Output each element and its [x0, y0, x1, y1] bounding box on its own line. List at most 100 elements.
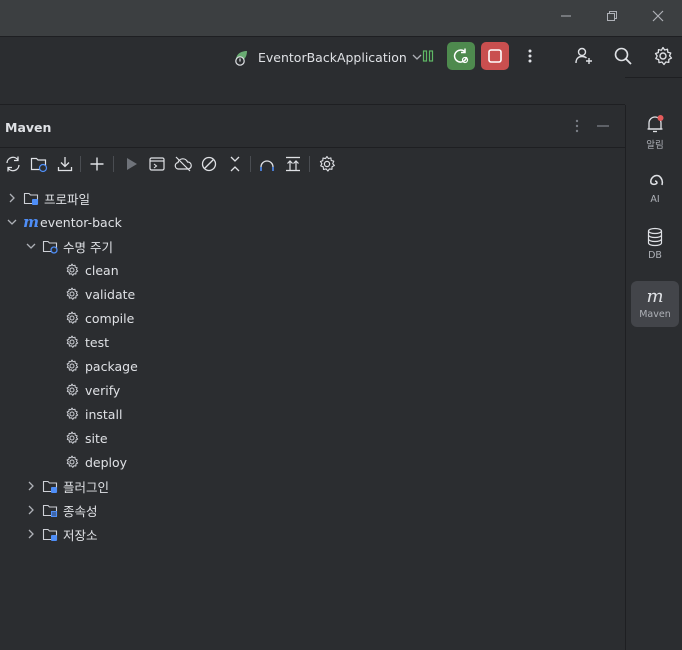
- run-configuration-selector[interactable]: EventorBackApplication: [232, 45, 423, 69]
- code-with-me-button[interactable]: [570, 42, 598, 70]
- execute-goal-button[interactable]: [147, 154, 167, 174]
- add-user-icon: [575, 47, 592, 64]
- add-project-button[interactable]: [87, 154, 107, 174]
- tree-node-repositories[interactable]: 저장소: [25, 522, 98, 546]
- rerun-icon: [453, 48, 469, 64]
- gear-icon: [64, 454, 80, 470]
- maven-panel-header: Maven: [0, 105, 625, 148]
- toolbar-separator: [113, 156, 114, 172]
- panel-options-button[interactable]: [568, 117, 586, 135]
- show-dependencies-button[interactable]: [257, 154, 277, 174]
- pause-icon: [422, 50, 434, 62]
- chevron-right-icon[interactable]: [25, 504, 37, 516]
- run-configuration-name: EventorBackApplication: [258, 49, 407, 65]
- generate-sources-button[interactable]: [29, 154, 49, 174]
- minimize-icon: [597, 125, 609, 127]
- phase-label: validate: [85, 286, 136, 302]
- plus-icon: [90, 157, 104, 171]
- tree-node-dependencies[interactable]: 종속성: [25, 498, 98, 522]
- tree-node-lifecycle[interactable]: 수명 주기: [25, 234, 113, 258]
- toggle-offline-mode-button[interactable]: [173, 154, 193, 174]
- chevron-down-icon[interactable]: [25, 240, 37, 252]
- close-window-button[interactable]: [635, 0, 681, 32]
- gear-icon: [64, 358, 80, 374]
- more-vertical-icon: [575, 119, 579, 133]
- lifecycle-phase-item[interactable]: test: [64, 330, 109, 354]
- db-label: DB: [648, 250, 662, 261]
- reload-projects-button[interactable]: [3, 154, 23, 174]
- rerun-button[interactable]: [447, 42, 475, 70]
- collapse-icon: [230, 156, 240, 172]
- lifecycle-phase-item[interactable]: validate: [64, 282, 135, 306]
- maven-label: Maven: [639, 309, 671, 320]
- lifecycle-phase-item[interactable]: site: [64, 426, 108, 450]
- database-tool-button[interactable]: DB: [631, 221, 679, 267]
- gear-icon: [654, 46, 673, 66]
- download-sources-button[interactable]: [55, 154, 75, 174]
- database-icon: [647, 227, 663, 247]
- phase-label: compile: [85, 310, 135, 326]
- toolbar-separator: [80, 156, 81, 172]
- chevron-right-icon[interactable]: [25, 528, 37, 540]
- lifecycle-phase-item[interactable]: deploy: [64, 450, 127, 474]
- tree-node-label: 종속성: [63, 503, 98, 519]
- restore-icon: [607, 11, 617, 21]
- expand-to-top-button[interactable]: [283, 154, 303, 174]
- phase-label: test: [85, 334, 110, 350]
- terminal-window-icon: [149, 157, 165, 171]
- dependency-diagram-icon: [260, 160, 274, 171]
- lifecycle-phase-item[interactable]: package: [64, 354, 138, 378]
- tree-node-label: eventor-back: [40, 214, 122, 230]
- play-icon: [127, 158, 137, 170]
- search-icon: [614, 47, 632, 65]
- main-toolbar: EventorBackApplication: [0, 36, 682, 78]
- lifecycle-phase-item[interactable]: compile: [64, 306, 134, 330]
- restore-window-button[interactable]: [589, 0, 635, 32]
- pause-button[interactable]: [414, 42, 442, 70]
- lifecycle-phase-item[interactable]: install: [64, 402, 122, 426]
- maven-icon: m: [646, 286, 664, 307]
- gear-icon: [64, 382, 80, 398]
- tree-node-profiles[interactable]: 프로파일: [6, 186, 90, 210]
- more-actions-button[interactable]: [516, 42, 544, 70]
- reload-icon: [6, 156, 20, 172]
- phase-label: site: [85, 430, 108, 446]
- tree-node-label: 프로파일: [44, 191, 91, 207]
- tree-node-label: 수명 주기: [63, 239, 113, 255]
- ai-assistant-tool-button[interactable]: AI: [631, 165, 679, 211]
- minimize-window-button[interactable]: [543, 0, 589, 32]
- lifecycle-folder-icon: [42, 238, 58, 254]
- tree-node-project[interactable]: m eventor-back: [6, 210, 122, 234]
- lifecycle-phase-item[interactable]: clean: [64, 258, 119, 282]
- chevron-down-icon[interactable]: [6, 216, 18, 228]
- lifecycle-phase-item[interactable]: verify: [64, 378, 120, 402]
- hide-panel-button[interactable]: [594, 117, 612, 135]
- no-entry-icon: [201, 156, 217, 172]
- notifications-tool-button[interactable]: 알림: [631, 109, 679, 155]
- toolbar-separator: [309, 156, 310, 172]
- right-tool-window-bar: 알림 AI DB m Maven: [625, 105, 682, 650]
- phase-label: verify: [85, 382, 121, 398]
- maven-tool-window: Maven 프로파일 m eventor-back 수명 주기 clean va…: [0, 105, 625, 650]
- ai-spiral-icon: [650, 174, 664, 186]
- settings-button[interactable]: [649, 42, 677, 70]
- phase-label: deploy: [85, 454, 128, 470]
- stop-button[interactable]: [481, 42, 509, 70]
- spring-boot-app-icon: [235, 51, 247, 66]
- chevron-right-icon[interactable]: [6, 192, 18, 204]
- skip-tests-button[interactable]: [199, 154, 219, 174]
- search-everywhere-button[interactable]: [609, 42, 637, 70]
- cloud-off-icon: [174, 156, 192, 172]
- maven-tool-button[interactable]: m Maven: [631, 281, 679, 327]
- maven-settings-button[interactable]: [317, 154, 337, 174]
- gear-icon: [319, 155, 335, 172]
- panel-title: Maven: [5, 120, 52, 135]
- tree-node-plugins[interactable]: 플러그인: [25, 474, 109, 498]
- chevron-right-icon[interactable]: [25, 480, 37, 492]
- align-top-icon: [286, 156, 300, 172]
- folder-refresh-icon: [30, 157, 48, 173]
- toolbar-separator: [250, 156, 251, 172]
- run-goal-button[interactable]: [121, 154, 141, 174]
- notifications-label: 알림: [646, 139, 664, 151]
- collapse-all-button[interactable]: [225, 154, 245, 174]
